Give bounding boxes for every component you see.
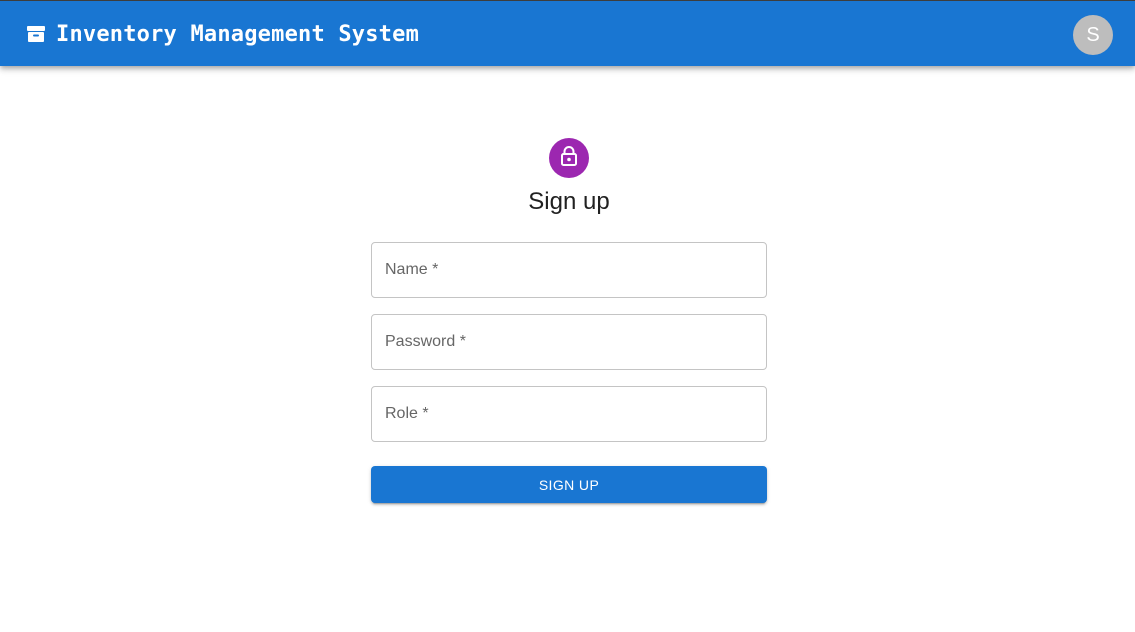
role-input[interactable] [372,387,766,441]
password-field[interactable]: Password * [371,314,767,370]
name-input[interactable] [372,243,766,297]
signup-form: Sign up Name * Password * Role * SIGN UP [371,138,767,503]
lock-avatar [549,138,589,178]
archive-box-icon [26,24,46,44]
app-header: Inventory Management System S [0,0,1135,66]
password-input[interactable] [372,315,766,369]
page-title: Sign up [528,188,610,215]
app-title: Inventory Management System [56,21,420,47]
name-field[interactable]: Name * [371,242,767,298]
brand: Inventory Management System [26,1,419,67]
user-avatar[interactable]: S [1073,15,1113,55]
sign-up-button[interactable]: SIGN UP [371,466,767,503]
role-field[interactable]: Role * [371,386,767,442]
lock-icon [559,145,579,172]
